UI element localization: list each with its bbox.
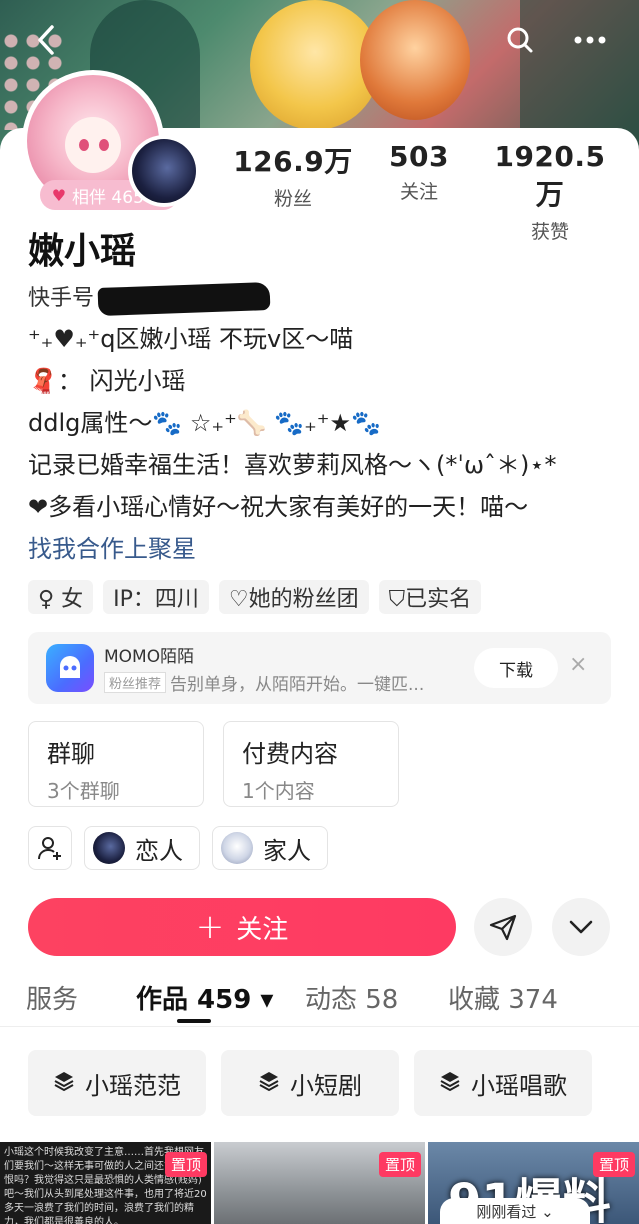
profile-name: 嫩小瑶 (28, 231, 137, 272)
stat-following[interactable]: 503 关注 (356, 140, 482, 244)
avatar-eye (99, 139, 109, 151)
pinned-badge: 置顶 (592, 1152, 635, 1177)
collection-item[interactable]: 小短剧 (221, 1050, 399, 1116)
collection-label: 小瑶范范 (85, 1071, 181, 1100)
close-icon[interactable]: × (569, 652, 587, 677)
partner-avatar-image (132, 139, 196, 203)
collection-label: 小短剧 (290, 1071, 362, 1100)
momo-app-icon (46, 644, 94, 692)
relation-lover[interactable]: 恋人 (84, 826, 200, 870)
tag-label: ⛉已实名 (388, 587, 472, 612)
stat-label: 获赞 (530, 221, 569, 243)
search-button[interactable] (500, 20, 540, 60)
kuaishou-id[interactable]: 快手号 (28, 280, 271, 316)
follow-button[interactable]: + 关注 (28, 898, 456, 956)
more-button[interactable] (570, 20, 610, 60)
bio-cooperation-link[interactable]: 找我合作上聚星 (28, 528, 628, 570)
partner-avatar[interactable] (128, 135, 200, 207)
stat-likes[interactable]: 1920.5万 获赞 (482, 140, 618, 244)
stat-label: 关注 (399, 181, 438, 203)
plus-icon: + (195, 907, 225, 947)
feature-subtitle: 1个内容 (242, 779, 315, 803)
profile-tags: ♀ 女 IP：四川 ♡她的粉丝团 ⛉已实名 (28, 580, 482, 614)
banner-character-redhead (360, 0, 470, 120)
bio-line: ddlg属性～🐾 ☆₊⁺🦴 🐾₊⁺★🐾 (28, 409, 381, 437)
search-icon (507, 27, 533, 53)
profile-bio: ⁺₊♥₊⁺q区嫩小瑶 不玩v区～喵 🧣： 闪光小瑶 ddlg属性～🐾 ☆₊⁺🦴 … (28, 318, 628, 570)
collection-item[interactable]: 小瑶唱歌 (414, 1050, 592, 1116)
kuaishou-id-label: 快手号 (28, 286, 95, 311)
tab-services[interactable]: 服务 (26, 979, 78, 1016)
chevron-down-icon (569, 920, 593, 934)
video-thumbnail[interactable]: 置顶 (214, 1142, 425, 1224)
ad-download-button[interactable]: 下载 (474, 648, 558, 688)
ad-banner[interactable]: MOMO陌陌 粉丝推荐 告别单身，从陌陌开始。一键匹... 下载 × (28, 632, 611, 704)
relations-row: 恋人 家人 (28, 826, 328, 870)
tab-works[interactable]: 作品 459 ▾ (136, 979, 273, 1016)
avatar-eye (79, 139, 89, 151)
pinned-badge: 置顶 (378, 1152, 421, 1177)
pinned-badge: 置顶 (164, 1152, 207, 1177)
feature-title: 付费内容 (242, 740, 338, 768)
layers-icon (439, 1070, 461, 1097)
layers-icon (258, 1070, 280, 1097)
stat-label: 粉丝 (273, 188, 312, 210)
ad-subtitle-text: 告别单身，从陌陌开始。一键匹... (170, 675, 425, 695)
tag-ip: IP：四川 (103, 580, 209, 614)
content-tabs: 服务 作品 459 ▾ 动态 58 收藏 374 (0, 975, 639, 1023)
relation-avatar (93, 832, 125, 864)
add-person-icon (38, 837, 61, 860)
ad-badge: 粉丝推荐 (104, 672, 167, 693)
send-icon (489, 914, 517, 941)
relation-family[interactable]: 家人 (212, 826, 328, 870)
bio-line: ⁺₊♥₊⁺q区嫩小瑶 不玩v区～喵 (28, 325, 354, 353)
expand-button[interactable] (552, 898, 610, 956)
stat-number: 126.9万 (233, 145, 353, 178)
profile-stats: 126.9万 粉丝 503 关注 1920.5万 获赞 (230, 140, 620, 244)
collection-item[interactable]: 小瑶范范 (28, 1050, 206, 1116)
more-dots-icon (574, 36, 606, 44)
chevron-left-icon (38, 25, 54, 55)
collection-label: 小瑶唱歌 (471, 1071, 567, 1100)
feature-title: 群聊 (47, 740, 95, 768)
tag-label: ♡她的粉丝团 (228, 587, 359, 612)
tag-verified[interactable]: ⛉已实名 (378, 580, 482, 614)
ad-title: MOMO陌陌 (104, 647, 195, 667)
stat-number: 503 (389, 140, 449, 173)
relation-label: 恋人 (135, 836, 183, 865)
relation-avatar (221, 832, 253, 864)
tag-gender: ♀ 女 (28, 580, 94, 614)
video-thumbnail[interactable]: 91爆料 置顶 刚刚看过 ⌄ (428, 1142, 639, 1224)
ad-subtitle: 粉丝推荐 告别单身，从陌陌开始。一键匹... (104, 670, 424, 695)
tag-label: IP：四川 (113, 587, 199, 612)
back-button[interactable] (26, 20, 66, 60)
video-thumbnail[interactable]: 小瑶这个时候我改变了主意……首先我想网友们要我们～这样无事可做的人之间还能产生仇… (0, 1142, 211, 1224)
tab-favorites[interactable]: 收藏 374 (448, 979, 558, 1016)
active-tab-indicator (177, 1019, 211, 1023)
redacted-id (97, 282, 271, 316)
share-button[interactable] (474, 898, 532, 956)
feature-group-chat[interactable]: 群聊 3个群聊 (28, 721, 204, 807)
divider (0, 1026, 639, 1027)
stat-number: 1920.5万 (494, 140, 606, 211)
add-relation-button[interactable] (28, 826, 72, 870)
tab-moments[interactable]: 动态 58 (305, 979, 398, 1016)
layers-icon (53, 1070, 75, 1097)
feature-subtitle: 3个群聊 (47, 779, 120, 803)
feature-paid-content[interactable]: 付费内容 1个内容 (223, 721, 399, 807)
bio-line: 记录已婚幸福生活！喜欢萝莉风格～ヽ(*ˈωˆ＊)⋆* (28, 451, 557, 479)
bio-line: 🧣： 闪光小瑶 (28, 367, 186, 395)
avatar-face (65, 117, 121, 173)
stat-fans[interactable]: 126.9万 粉丝 (230, 140, 356, 244)
relation-label: 家人 (263, 836, 311, 865)
momo-logo-icon (60, 656, 80, 678)
tag-label: ♀ 女 (38, 587, 84, 612)
tag-fan-club[interactable]: ♡她的粉丝团 (218, 580, 369, 614)
follow-label: 关注 (236, 914, 289, 945)
bio-line: ❤多看小瑶心情好～祝大家有美好的一天！喵～ (28, 493, 529, 521)
recently-watched-label[interactable]: 刚刚看过 ⌄ (440, 1198, 590, 1224)
heart-icon: ♥ (51, 185, 67, 205)
